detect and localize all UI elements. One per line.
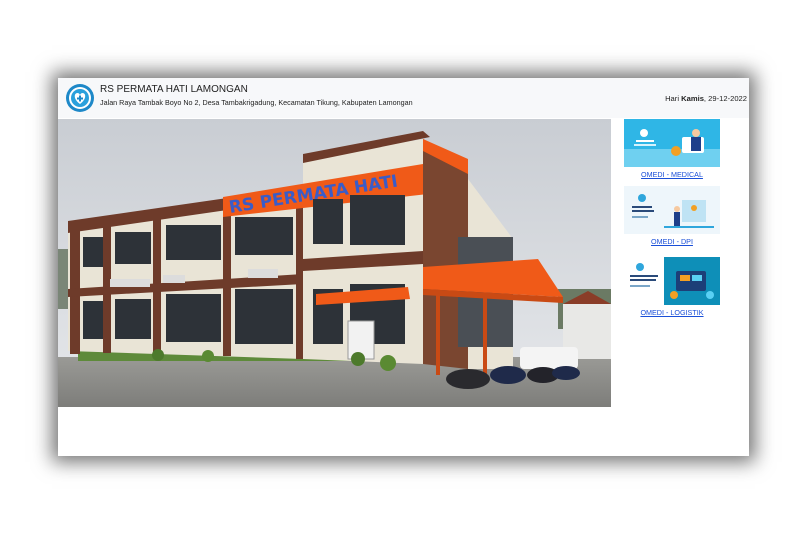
day-prefix: Hari <box>665 94 682 103</box>
omedi-logistik-thumbnail[interactable] <box>624 257 720 305</box>
hospital-building-image: RS PERMATA HATI <box>58 119 611 407</box>
page-header: RS PERMATA HATI LAMONGAN Jalan Raya Tamb… <box>58 78 749 118</box>
hospital-address: Jalan Raya Tambak Boyo No 2, Desa Tambak… <box>100 98 413 107</box>
hospital-photo: RS PERMATA HATI <box>58 119 611 407</box>
date-value: , 29-12-2022 <box>703 94 747 103</box>
omedi-dpi-link[interactable]: OMEDI - DPI <box>623 237 721 246</box>
day-name: Kamis <box>681 94 704 103</box>
omedi-medical-thumbnail[interactable] <box>624 119 720 167</box>
module-logistik[interactable]: OMEDI - LOGISTIK <box>623 257 721 317</box>
omedi-dpi-thumbnail[interactable] <box>624 186 720 234</box>
app-window: RS PERMATA HATI LAMONGAN Jalan Raya Tamb… <box>58 78 749 456</box>
omedi-medical-link[interactable]: OMEDI - MEDICAL <box>623 170 721 179</box>
omedi-logistik-link[interactable]: OMEDI - LOGISTIK <box>623 308 721 317</box>
current-date: Hari Kamis, 29-12-2022 <box>665 94 747 103</box>
hospital-name: RS PERMATA HATI LAMONGAN <box>100 84 248 95</box>
hospital-logo-icon <box>66 84 94 112</box>
module-medical[interactable]: OMEDI - MEDICAL <box>623 119 721 179</box>
module-dpi[interactable]: OMEDI - DPI <box>623 186 721 246</box>
